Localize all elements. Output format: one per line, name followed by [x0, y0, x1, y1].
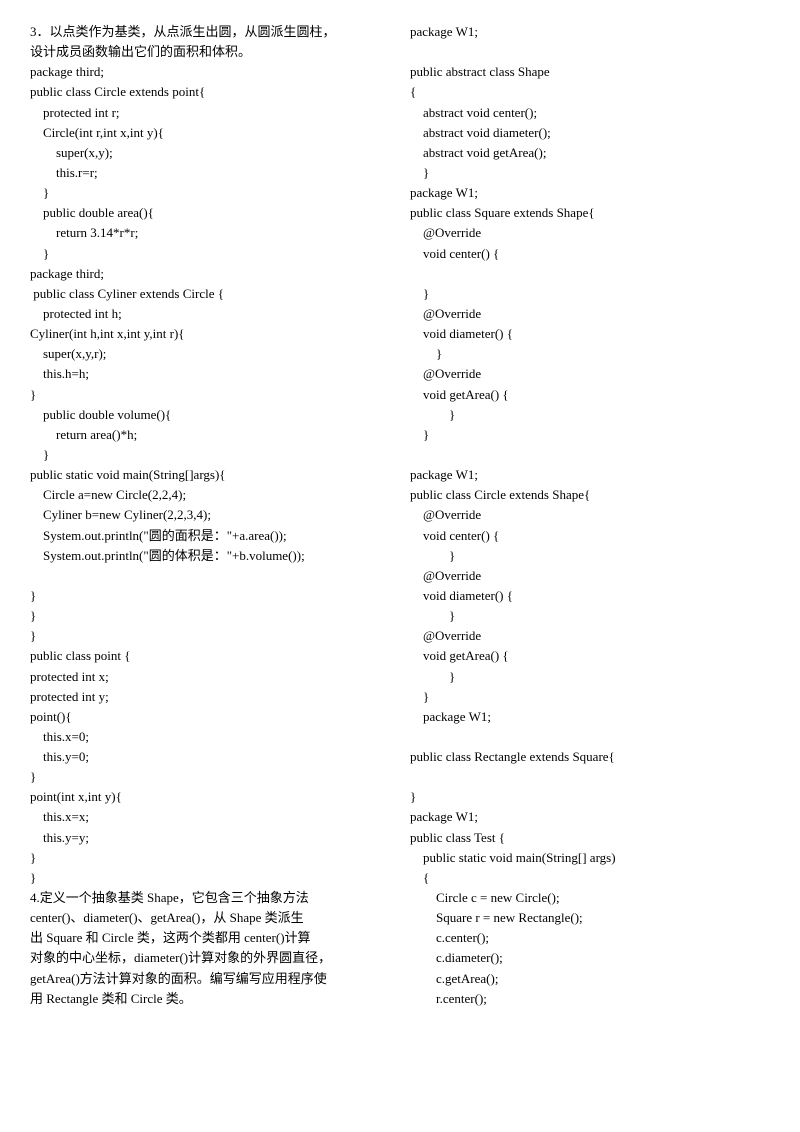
left-column: 3．以点类作为基类，从点派生出圆，从圆派生圆柱， 设计成员函数输出它们的面积和体… — [30, 22, 390, 1110]
right-code-block: package W1; public abstract class Shape … — [410, 22, 770, 1009]
document-page: 3．以点类作为基类，从点派生出圆，从圆派生圆柱， 设计成员函数输出它们的面积和体… — [0, 0, 800, 1132]
left-code-block: 3．以点类作为基类，从点派生出圆，从圆派生圆柱， 设计成员函数输出它们的面积和体… — [30, 22, 390, 1009]
right-column: package W1; public abstract class Shape … — [410, 22, 770, 1110]
